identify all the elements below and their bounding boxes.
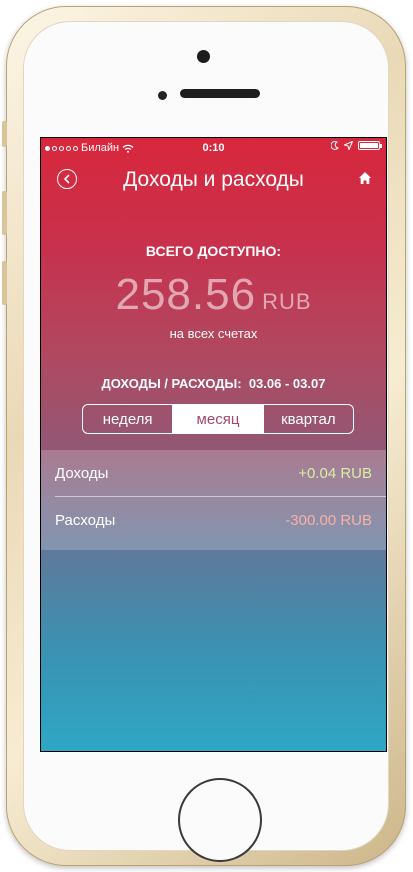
- proximity-sensor: [158, 91, 167, 100]
- home-nav-button[interactable]: [358, 171, 372, 185]
- total-amount: 258.56 RUB: [41, 270, 386, 320]
- list-item-income[interactable]: Доходы +0.04 RUB: [41, 450, 386, 496]
- segment-month[interactable]: месяц: [172, 405, 263, 433]
- list-item-expenses[interactable]: Расходы -300.00 RUB: [55, 496, 386, 543]
- page-title: Доходы и расходы: [123, 168, 304, 191]
- status-icons: [331, 141, 382, 150]
- segment-quarter[interactable]: квартал: [262, 405, 353, 433]
- total-subtitle: на всех счетах: [169, 326, 258, 341]
- app-screen: Билайн 0:10 Доходы и расходы ВСЕГО ДОСТУ…: [40, 137, 387, 752]
- period-range: 03.06 - 03.07: [248, 376, 326, 391]
- silent-switch: [2, 121, 7, 147]
- volume-up-button: [2, 191, 7, 235]
- moon-icon: [331, 141, 339, 150]
- total-amount-value: 258.56: [115, 270, 257, 319]
- segment-week[interactable]: неделя: [83, 405, 172, 433]
- battery-icon: [358, 141, 382, 150]
- earpiece-speaker: [180, 89, 260, 98]
- front-camera: [197, 50, 210, 63]
- total-amount-currency: RUB: [262, 289, 312, 314]
- income-value: +0.04 RUB: [298, 464, 372, 482]
- income-expense-list: Доходы +0.04 RUB Расходы -300.00 RUB: [41, 450, 386, 550]
- status-bar: Билайн 0:10: [41, 138, 386, 158]
- location-arrow-icon: [344, 141, 353, 150]
- period-segmented-control: неделя месяц квартал: [82, 404, 354, 434]
- period-label: ДОХОДЫ / РАСХОДЫ:: [101, 376, 242, 391]
- expenses-label: Расходы: [55, 511, 116, 529]
- volume-down-button: [2, 261, 7, 305]
- battery-level: [360, 143, 378, 148]
- income-label: Доходы: [55, 464, 109, 482]
- total-available-label: ВСЕГО ДОСТУПНО:: [145, 243, 282, 259]
- navigation-bar: Доходы и расходы: [41, 164, 386, 204]
- period-heading: ДОХОДЫ / РАСХОДЫ: 03.06 - 03.07: [41, 376, 386, 391]
- home-button[interactable]: [178, 778, 262, 862]
- expenses-value: -300.00 RUB: [285, 511, 372, 529]
